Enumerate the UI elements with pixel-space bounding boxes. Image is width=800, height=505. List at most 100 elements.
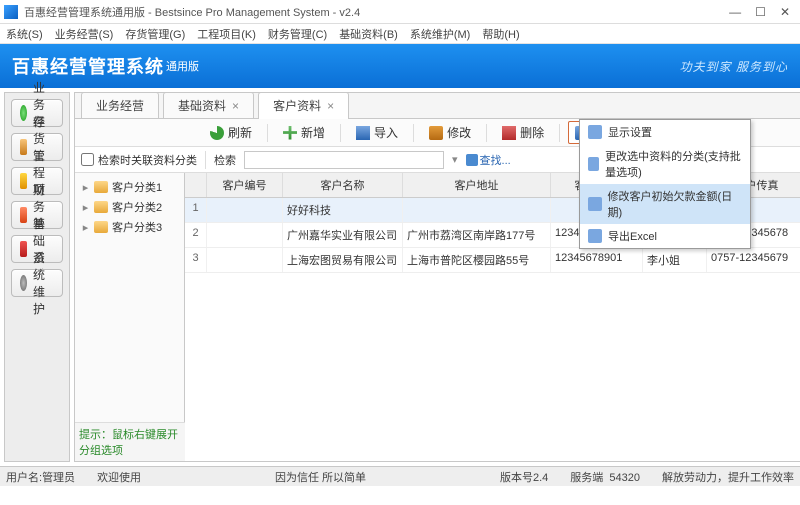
- cell: [207, 223, 283, 247]
- menu-item-export-excel[interactable]: 导出Excel: [580, 224, 750, 248]
- menu-item-edit-initial-debt[interactable]: 修改客户初始欠款金额(日期): [580, 184, 750, 224]
- checkbox-label: 检索时关联资料分类: [98, 152, 197, 168]
- toolbar-separator: [267, 124, 268, 142]
- menu-inventory[interactable]: 存货管理(G): [125, 26, 185, 42]
- tree-hint: 提示：鼠标右键展开分组选项: [75, 422, 185, 461]
- toolbar-separator: [559, 124, 560, 142]
- menu-help[interactable]: 帮助(H): [482, 26, 519, 42]
- import-button[interactable]: 导入: [349, 121, 405, 144]
- menu-business[interactable]: 业务经营(S): [55, 26, 114, 42]
- tab-label: 业务经营: [96, 99, 144, 113]
- sidebar-item-maintain[interactable]: 系统维护: [11, 269, 63, 297]
- tree-item-label: 客户分类2: [112, 199, 162, 215]
- excel-icon: [588, 229, 602, 243]
- button-label: 新增: [301, 124, 325, 141]
- tree-item-label: 客户分类1: [112, 179, 162, 195]
- money-icon: [588, 197, 602, 211]
- tree-item[interactable]: ▸ 客户分类1: [79, 177, 180, 197]
- related-category-checkbox[interactable]: 检索时关联资料分类: [81, 152, 197, 168]
- menu-project[interactable]: 工程项目(K): [197, 26, 256, 42]
- folder-icon: [94, 201, 108, 213]
- sidebar: 业务经营 存货管理 工程项目 财务管理 基础资料 系统维护: [4, 92, 70, 462]
- search-icon: [466, 154, 478, 166]
- cell: 广州嘉华实业有限公司: [283, 223, 403, 247]
- button-label: 删除: [520, 124, 544, 141]
- main-panel: 业务经营 基础资料× 客户资料× 刷新 新增 导入 修改 删除 工具箱 ↘ 显示…: [74, 92, 800, 462]
- menu-finance[interactable]: 财务管理(C): [268, 26, 327, 42]
- brand-title: 百惠经营管理系统: [12, 53, 164, 79]
- maximize-button[interactable]: ☐: [755, 5, 766, 19]
- checkbox-input[interactable]: [81, 153, 94, 166]
- gear-icon: [20, 275, 27, 291]
- box-icon: [20, 139, 27, 155]
- menu-item-display[interactable]: 显示设置: [580, 120, 750, 144]
- cell: 上海市普陀区樱园路55号: [403, 248, 551, 272]
- tab-basedata[interactable]: 基础资料 ×: [163, 92, 254, 118]
- window-titlebar: 百惠经营管理系统通用版 - Bestsince Pro Management S…: [0, 0, 800, 24]
- status-bar: 用户名:管理员 欢迎使用 因为信任 所以简单 版本号2.4 服务端 54320 …: [0, 466, 800, 486]
- search-label: 检索: [214, 152, 236, 168]
- close-button[interactable]: ✕: [780, 5, 790, 19]
- col-rownum[interactable]: [185, 173, 207, 197]
- search-input[interactable]: [244, 151, 444, 169]
- edit-button[interactable]: 修改: [422, 121, 478, 144]
- cell: 2: [185, 223, 207, 247]
- delete-icon: [502, 126, 516, 140]
- menu-maintain[interactable]: 系统维护(M): [410, 26, 471, 42]
- tree-item-label: 客户分类3: [112, 219, 162, 235]
- cell: 0757-12345679: [707, 248, 800, 272]
- menu-item-label: 更改选中资料的分类(支持批量选项): [605, 148, 742, 180]
- window-title: 百惠经营管理系统通用版 - Bestsince Pro Management S…: [24, 4, 729, 20]
- app-banner: 百惠经营管理系统 通用版 功夫到家 服务到心: [0, 44, 800, 88]
- category-tree: ▸ 客户分类1 ▸ 客户分类2 ▸ 客户分类3: [75, 173, 185, 461]
- cell: 李小姐: [643, 248, 707, 272]
- find-button[interactable]: 查找...: [466, 152, 511, 168]
- toolbar-separator: [486, 124, 487, 142]
- tab-strip: 业务经营 基础资料 × 客户资料×: [75, 93, 800, 119]
- cell: 3: [185, 248, 207, 272]
- menu-item-label: 修改客户初始欠款金额(日期): [608, 188, 742, 220]
- menu-item-label: 导出Excel: [608, 228, 657, 244]
- delete-button[interactable]: 删除: [495, 121, 551, 144]
- cell: [207, 198, 283, 222]
- cell: 12345678901: [551, 248, 643, 272]
- tab-business[interactable]: 业务经营: [81, 92, 159, 118]
- col-code[interactable]: 客户编号: [207, 173, 283, 197]
- cell: 广州市荔湾区南岸路177号: [403, 223, 551, 247]
- sidebar-item-label: 系统维护: [33, 249, 54, 317]
- brand-slogan: 功夫到家 服务到心: [680, 58, 788, 75]
- menubar: 系统(S) 业务经营(S) 存货管理(G) 工程项目(K) 财务管理(C) 基础…: [0, 24, 800, 44]
- col-name[interactable]: 客户名称: [283, 173, 403, 197]
- brand-subtitle: 通用版: [166, 58, 199, 74]
- cell: [403, 198, 551, 222]
- cell: 上海宏图贸易有限公司: [283, 248, 403, 272]
- pencil-icon: [429, 126, 443, 140]
- folder-icon: [588, 157, 599, 171]
- tree-item[interactable]: ▸ 客户分类2: [79, 197, 180, 217]
- check-icon: [20, 105, 27, 121]
- cell: 1: [185, 198, 207, 222]
- menu-item-change-category[interactable]: 更改选中资料的分类(支持批量选项): [580, 144, 750, 184]
- status-welcome: 欢迎使用: [97, 469, 141, 485]
- add-button[interactable]: 新增: [276, 121, 332, 144]
- toolbox-menu: 显示设置 更改选中资料的分类(支持批量选项) 修改客户初始欠款金额(日期) 导出…: [579, 119, 751, 249]
- tab-customer[interactable]: 客户资料×: [258, 92, 349, 118]
- tab-close-icon[interactable]: ×: [327, 99, 334, 113]
- menu-basedata[interactable]: 基础资料(B): [339, 26, 398, 42]
- table-row[interactable]: 3 上海宏图贸易有限公司 上海市普陀区樱园路55号 12345678901 李小…: [185, 248, 800, 273]
- tab-close-icon[interactable]: ×: [232, 99, 239, 113]
- folder-icon: [94, 181, 108, 193]
- plus-icon: [283, 126, 297, 140]
- button-label: 修改: [447, 124, 471, 141]
- import-icon: [356, 126, 370, 140]
- tab-label: 基础资料: [178, 99, 226, 113]
- menu-system[interactable]: 系统(S): [6, 26, 43, 42]
- separator: [205, 151, 206, 169]
- refresh-button[interactable]: 刷新: [203, 121, 259, 144]
- expand-icon[interactable]: ▸: [81, 181, 90, 194]
- tree-item[interactable]: ▸ 客户分类3: [79, 217, 180, 237]
- expand-icon[interactable]: ▸: [81, 201, 90, 214]
- expand-icon[interactable]: ▸: [81, 221, 90, 234]
- minimize-button[interactable]: —: [729, 5, 741, 19]
- col-address[interactable]: 客户地址: [403, 173, 551, 197]
